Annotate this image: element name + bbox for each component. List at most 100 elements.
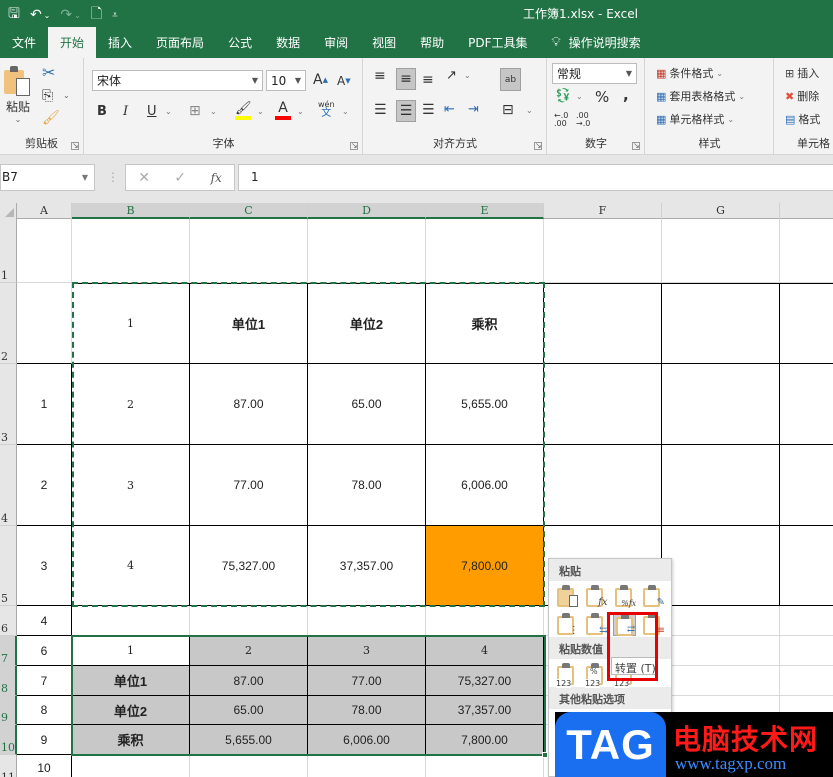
cell-a5[interactable]: 3 xyxy=(17,526,72,606)
font-color-button[interactable]: A xyxy=(275,100,291,120)
keep-source-formatting-icon[interactable]: ✎ xyxy=(641,584,665,608)
copy-icon[interactable]: ⎘ xyxy=(42,88,53,104)
cell-d10[interactable]: 6,006.00 xyxy=(308,725,426,755)
comma-style-button[interactable]: , xyxy=(623,86,629,104)
cell-d6[interactable] xyxy=(308,606,426,636)
percent-style-button[interactable]: % xyxy=(595,88,609,106)
copy-dropdown-icon[interactable]: ⌄ xyxy=(63,91,70,100)
conditional-formatting-button[interactable]: ▦ 条件格式 ⌄ xyxy=(656,65,723,81)
cell-e2[interactable]: 乘积 xyxy=(426,283,544,364)
cell-e9[interactable]: 37,357.00 xyxy=(426,696,544,725)
cell-b1[interactable] xyxy=(72,219,190,283)
format-as-table-button[interactable]: ▦ 套用表格格式 ⌄ xyxy=(656,88,745,104)
cell-d2[interactable]: 单位2 xyxy=(308,283,426,364)
cell-g6[interactable] xyxy=(662,606,780,636)
increase-font-size-icon[interactable]: A ▲ xyxy=(313,72,328,88)
column-header-h[interactable] xyxy=(780,203,833,219)
merge-center-icon[interactable]: ⊟ xyxy=(502,102,514,118)
cell-c5[interactable]: 75,327.00 xyxy=(190,526,308,606)
align-center-icon[interactable]: ☰ xyxy=(396,100,416,122)
row-header-4[interactable]: 4 xyxy=(0,445,17,526)
cell-d7[interactable]: 3 xyxy=(308,636,426,666)
orientation-dropdown-icon[interactable]: ⌄ xyxy=(464,71,471,80)
font-launcher-icon[interactable]: ↘ xyxy=(350,142,358,150)
bold-button[interactable]: B xyxy=(97,104,107,119)
cell-e8[interactable]: 75,327.00 xyxy=(426,666,544,696)
row-header-6[interactable]: 6 xyxy=(0,606,17,636)
column-header-f[interactable]: F xyxy=(544,203,662,219)
cell-b9[interactable]: 单位2 xyxy=(72,696,190,725)
redo-dropdown-icon[interactable]: ⌄ xyxy=(74,11,81,20)
align-top-icon[interactable]: ≡ xyxy=(374,68,386,84)
cell-c9[interactable]: 65.00 xyxy=(190,696,308,725)
tell-me-search[interactable]: 💡︎ 操作说明搜索 xyxy=(540,27,653,58)
tab-help[interactable]: 帮助 xyxy=(408,27,456,58)
format-painter-icon[interactable]: 🖌︎ xyxy=(42,110,60,126)
decrease-font-size-icon[interactable]: A ▼ xyxy=(337,74,351,88)
paste-button[interactable]: 粘贴 ⌄ xyxy=(4,66,32,124)
cell-g7[interactable] xyxy=(662,636,780,666)
cell-d3[interactable]: 65.00 xyxy=(308,364,426,445)
cell-b7[interactable]: 1 xyxy=(72,636,190,666)
cell-h3[interactable] xyxy=(780,364,833,445)
cell-g1[interactable] xyxy=(662,219,780,283)
insert-function-icon[interactable]: fx xyxy=(211,171,222,185)
cell-a2[interactable] xyxy=(17,283,72,364)
undo-dropdown-icon[interactable]: ⌄ xyxy=(44,11,51,20)
tab-home[interactable]: 开始 xyxy=(48,27,97,58)
cell-c6[interactable] xyxy=(190,606,308,636)
italic-button[interactable]: I xyxy=(123,104,128,119)
formula-bar-grip[interactable]: ⋮ xyxy=(107,170,119,184)
cell-c11[interactable] xyxy=(190,755,308,777)
cut-icon[interactable]: ✂ xyxy=(42,63,55,82)
cell-c4[interactable]: 77.00 xyxy=(190,445,308,526)
number-launcher-icon[interactable]: ↘ xyxy=(632,142,640,150)
tab-pdf-tools[interactable]: PDF工具集 xyxy=(456,27,539,58)
enter-icon[interactable]: ✓ xyxy=(174,170,186,186)
cell-a7[interactable]: 6 xyxy=(17,636,72,666)
column-header-b[interactable]: B xyxy=(72,203,190,219)
cell-a3[interactable]: 1 xyxy=(17,364,72,445)
customize-qat-icon[interactable]: ⩡ xyxy=(112,10,118,21)
cell-h2[interactable] xyxy=(780,283,833,364)
cell-b4[interactable]: 3 xyxy=(72,445,190,526)
fill-color-button[interactable]: 🖌︎ xyxy=(235,101,252,120)
cell-b5[interactable]: 4 xyxy=(72,526,190,606)
cell-c10[interactable]: 5,655.00 xyxy=(190,725,308,755)
align-middle-icon[interactable]: ≡ xyxy=(396,68,416,90)
cell-a1[interactable] xyxy=(17,219,72,283)
underline-dropdown-icon[interactable]: ⌄ xyxy=(165,107,172,116)
column-header-e[interactable]: E xyxy=(426,203,544,219)
row-header-3[interactable]: 3 xyxy=(0,364,17,445)
cell-d8[interactable]: 77.00 xyxy=(308,666,426,696)
wrap-text-button[interactable]: ab xyxy=(500,68,521,91)
cell-e7[interactable]: 4 xyxy=(426,636,544,666)
tab-formulas[interactable]: 公式 xyxy=(216,27,264,58)
cell-e10[interactable]: 7,800.00 xyxy=(426,725,544,755)
cell-e3[interactable]: 5,655.00 xyxy=(426,364,544,445)
row-header-10[interactable]: 10 xyxy=(0,725,17,755)
increase-indent-icon[interactable]: ⇥ xyxy=(468,102,479,117)
cell-g3[interactable] xyxy=(662,364,780,445)
cell-g5[interactable] xyxy=(662,526,780,606)
row-header-9[interactable]: 9 xyxy=(0,696,17,725)
cell-h1[interactable] xyxy=(780,219,833,283)
cancel-icon[interactable]: ✕ xyxy=(138,170,150,186)
cell-e11[interactable] xyxy=(426,755,544,777)
cell-c2[interactable]: 单位1 xyxy=(190,283,308,364)
clipboard-launcher-icon[interactable]: ↘ xyxy=(71,142,79,150)
tab-view[interactable]: 视图 xyxy=(360,27,408,58)
cell-g8[interactable] xyxy=(662,666,780,696)
font-name-select[interactable]: 宋体 ▼ xyxy=(92,70,263,91)
phonetic-dropdown-icon[interactable]: ⌄ xyxy=(342,107,349,116)
column-header-d[interactable]: D xyxy=(308,203,426,219)
paste-values-icon[interactable]: 123 xyxy=(555,662,579,688)
font-color-dropdown-icon[interactable]: ⌄ xyxy=(297,107,304,116)
format-cells-button[interactable]: ▤ 格式 xyxy=(785,111,820,127)
paste-formulas-icon[interactable]: fx xyxy=(584,584,608,608)
tab-file[interactable]: 文件 xyxy=(0,27,48,58)
tab-review[interactable]: 审阅 xyxy=(312,27,360,58)
column-header-c[interactable]: C xyxy=(190,203,308,219)
fill-color-dropdown-icon[interactable]: ⌄ xyxy=(257,107,264,116)
cell-h5[interactable] xyxy=(780,526,833,606)
